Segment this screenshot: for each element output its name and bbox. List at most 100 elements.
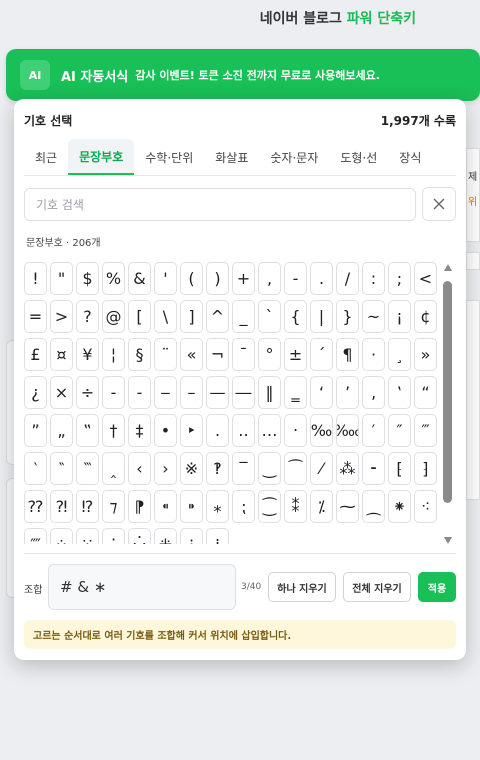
- symbol-cell[interactable]: ¡: [388, 300, 411, 333]
- symbol-cell[interactable]: ″: [388, 414, 411, 447]
- symbol-cell[interactable]: “: [414, 376, 437, 409]
- symbol-cell[interactable]: ⁄: [310, 452, 333, 485]
- symbol-cell[interactable]: ÷: [76, 376, 99, 409]
- symbol-cell[interactable]: ⁎: [206, 490, 229, 523]
- symbol-cell[interactable]: ¸: [388, 338, 411, 371]
- symbol-cell[interactable]: ¨: [154, 338, 177, 371]
- symbol-cell[interactable]: ⁈: [50, 490, 73, 523]
- symbol-cell[interactable]: ): [206, 262, 229, 295]
- symbol-cell[interactable]: ⁃: [362, 452, 385, 485]
- symbol-cell[interactable]: ‧: [284, 414, 307, 447]
- symbol-cell[interactable]: _: [232, 300, 255, 333]
- symbol-cell[interactable]: »: [414, 338, 437, 371]
- symbol-cell[interactable]: ‑: [128, 376, 151, 409]
- symbol-cell[interactable]: ‚: [362, 376, 385, 409]
- symbol-cell[interactable]: ]: [180, 300, 203, 333]
- symbol-cell[interactable]: ¢: [414, 300, 437, 333]
- symbol-cell[interactable]: ´: [310, 338, 333, 371]
- ai-banner[interactable]: AI AI 자동서식 감사 이벤트! 토큰 소진 전까지 무료로 사용해보세요.: [6, 49, 480, 101]
- symbol-cell[interactable]: ‡: [128, 414, 151, 447]
- symbol-cell[interactable]: ⁏: [232, 490, 255, 523]
- symbol-cell[interactable]: ⁓: [336, 490, 359, 523]
- tab-shapes-lines[interactable]: 도형·선: [329, 139, 388, 175]
- symbol-cell[interactable]: £: [24, 338, 47, 371]
- symbol-cell[interactable]: ‗: [284, 376, 307, 409]
- symbol-cell[interactable]: &: [128, 262, 151, 295]
- clear-search-button[interactable]: [422, 187, 456, 221]
- symbol-cell[interactable]: ‴: [414, 414, 437, 447]
- symbol-cell[interactable]: ‛: [388, 376, 411, 409]
- symbol-cell[interactable]: ⁌: [154, 490, 177, 523]
- symbol-grid-scrollbar[interactable]: [442, 264, 454, 544]
- symbol-cell[interactable]: †: [102, 414, 125, 447]
- apply-button[interactable]: 적용: [418, 572, 456, 602]
- tab-decoration[interactable]: 장식: [388, 139, 432, 175]
- symbol-cell[interactable]: ,: [258, 262, 281, 295]
- symbol-cell[interactable]: ×: [50, 376, 73, 409]
- symbol-cell[interactable]: ⁔: [362, 490, 385, 523]
- symbol-cell[interactable]: <: [414, 262, 437, 295]
- symbol-cell[interactable]: ‟: [76, 414, 99, 447]
- symbol-cell[interactable]: \: [154, 300, 177, 333]
- symbol-cell[interactable]: °: [258, 338, 281, 371]
- combo-preview-field[interactable]: # & ∗: [48, 564, 236, 610]
- symbol-cell[interactable]: [: [128, 300, 151, 333]
- symbol-cell[interactable]: `: [258, 300, 281, 333]
- symbol-cell[interactable]: ⁒: [310, 490, 333, 523]
- symbol-cell[interactable]: ⁍: [180, 490, 203, 523]
- symbol-cell[interactable]: ⁅: [388, 452, 411, 485]
- symbol-cell[interactable]: ‥: [232, 414, 255, 447]
- symbol-cell[interactable]: ⁑: [284, 490, 307, 523]
- symbol-cell[interactable]: %: [102, 262, 125, 295]
- symbol-cell[interactable]: ⁖: [414, 490, 437, 523]
- symbol-cell[interactable]: ―: [232, 376, 255, 409]
- remove-one-button[interactable]: 하나 지우기: [268, 572, 336, 602]
- symbol-cell[interactable]: ․: [206, 414, 229, 447]
- symbol-cell[interactable]: ^: [206, 300, 229, 333]
- symbol-cell[interactable]: ‘: [310, 376, 333, 409]
- symbol-cell[interactable]: ⁚: [102, 528, 125, 544]
- symbol-cell[interactable]: ⁋: [128, 490, 151, 523]
- symbol-cell[interactable]: ~: [362, 300, 385, 333]
- tab-recent[interactable]: 최근: [24, 139, 68, 175]
- symbol-cell[interactable]: ⁊: [102, 490, 125, 523]
- symbol-cell[interactable]: ‰: [310, 414, 333, 447]
- symbol-cell[interactable]: |: [310, 300, 333, 333]
- symbol-cell[interactable]: ⁞: [206, 528, 229, 544]
- scrollbar-thumb[interactable]: [443, 281, 452, 503]
- symbol-cell[interactable]: ⁕: [388, 490, 411, 523]
- symbol-cell[interactable]: ': [154, 262, 177, 295]
- symbol-cell[interactable]: §: [128, 338, 151, 371]
- symbol-cell[interactable]: ±: [284, 338, 307, 371]
- symbol-cell[interactable]: ›: [154, 452, 177, 485]
- symbol-cell[interactable]: ¦: [102, 338, 125, 371]
- symbol-cell[interactable]: {: [284, 300, 307, 333]
- symbol-cell[interactable]: ‸: [102, 452, 125, 485]
- symbol-cell[interactable]: ‶: [50, 452, 73, 485]
- symbol-cell[interactable]: .: [310, 262, 333, 295]
- symbol-cell[interactable]: –: [180, 376, 203, 409]
- symbol-cell[interactable]: ⁛: [128, 528, 151, 544]
- symbol-cell[interactable]: ⁆: [414, 452, 437, 485]
- symbol-cell[interactable]: ⁉: [76, 490, 99, 523]
- remove-all-button[interactable]: 전체 지우기: [343, 572, 411, 602]
- symbol-cell[interactable]: ¬: [206, 338, 229, 371]
- symbol-cell[interactable]: •: [154, 414, 177, 447]
- symbol-cell[interactable]: ‣: [180, 414, 203, 447]
- scroll-down-icon[interactable]: [444, 537, 452, 544]
- symbol-cell[interactable]: ‿: [258, 452, 281, 485]
- symbol-cell[interactable]: +: [232, 262, 255, 295]
- symbol-cell[interactable]: @: [102, 300, 125, 333]
- symbol-cell[interactable]: ⁀: [284, 452, 307, 485]
- symbol-cell[interactable]: ‽: [206, 452, 229, 485]
- symbol-cell[interactable]: ;: [388, 262, 411, 295]
- symbol-cell[interactable]: „: [50, 414, 73, 447]
- symbol-cell[interactable]: >: [50, 300, 73, 333]
- tab-numbers-letters[interactable]: 숫자·문자: [259, 139, 329, 175]
- symbol-cell[interactable]: $: [76, 262, 99, 295]
- symbol-cell[interactable]: ⁗: [24, 528, 47, 544]
- symbol-cell[interactable]: ¥: [76, 338, 99, 371]
- symbol-cell[interactable]: /: [336, 262, 359, 295]
- symbol-cell[interactable]: :: [362, 262, 385, 295]
- symbol-cell[interactable]: …: [258, 414, 281, 447]
